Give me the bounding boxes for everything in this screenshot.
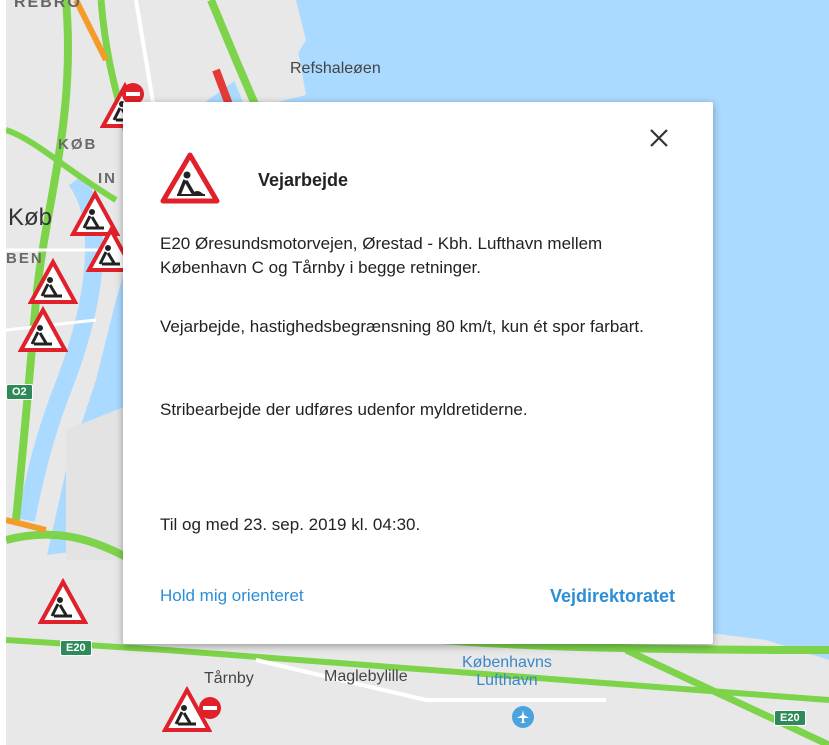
map-label-kob-district: KØB (58, 136, 98, 153)
incident-location-text: E20 Øresundsmotorvejen, Ørestad - Kbh. L… (160, 234, 603, 277)
roadwork-marker-icon[interactable] (28, 258, 78, 308)
follow-updates-link[interactable]: Hold mig orienteret (160, 586, 304, 606)
popup-title: Vejarbejde (258, 170, 349, 190)
airport-label-line1: Københavns (462, 654, 552, 671)
roadwork-marker-icon[interactable] (18, 306, 68, 356)
map-label-refshaleoen: Refshaleøen (290, 60, 381, 77)
airport-label-line2: Lufthavn (476, 672, 538, 689)
map-label-top: REBRO (14, 0, 82, 11)
road-shield-e20-right: E20 (774, 710, 806, 726)
no-entry-marker-icon[interactable] (198, 696, 222, 720)
road-shield-e20-left: E20 (60, 640, 92, 656)
incident-popup: Vejarbejde E20 Øresundsmotorvejen, Ørest… (123, 102, 713, 644)
incident-note-text: Stribearbejde der udføres udenfor myldre… (160, 400, 528, 419)
map-label-kobenhavn: Køb (8, 204, 53, 231)
close-icon[interactable] (643, 122, 675, 154)
roadwork-marker-icon[interactable] (38, 578, 88, 628)
map-label-maglebylille: Maglebylille (324, 668, 408, 685)
map-label-in-district: IN (98, 170, 117, 187)
vejdirektoratet-link[interactable]: Vejdirektoratet (550, 586, 675, 607)
roadwork-warning-icon (160, 152, 220, 204)
incident-description-text: Vejarbejde, hastighedsbegrænsning 80 km/… (160, 317, 644, 336)
close-button[interactable] (643, 122, 675, 154)
incident-validity-text: Til og med 23. sep. 2019 kl. 04:30. (160, 515, 421, 534)
map-label-airport: Københavns Lufthavn (462, 654, 552, 690)
road-shield-o2: O2 (6, 384, 33, 400)
airport-icon[interactable] (512, 706, 534, 728)
